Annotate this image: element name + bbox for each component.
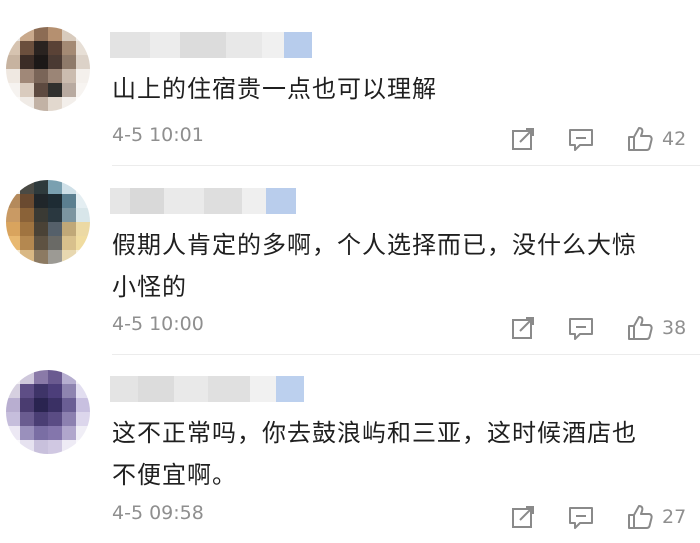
comment-text-line: 这不正常吗，你去鼓浪屿和三亚，这时候酒店也 xyxy=(112,419,637,447)
share-icon xyxy=(512,128,534,150)
comment-text-line: 山上的住宿贵一点也可以理解 xyxy=(112,75,437,103)
comment-meta: 4-5 09:58 27 xyxy=(112,502,700,532)
divider xyxy=(112,165,700,166)
share-button[interactable] xyxy=(510,502,536,532)
comment-text-line: 不便宜啊。 xyxy=(112,461,237,489)
comment-text-line: 小怪的 xyxy=(112,273,187,301)
like-button[interactable]: 38 xyxy=(626,313,686,343)
comment-meta: 4-5 10:00 38 xyxy=(112,313,700,343)
avatar[interactable] xyxy=(6,180,90,264)
share-button[interactable] xyxy=(510,313,536,343)
reply-button[interactable] xyxy=(568,313,594,343)
thumbs-up-icon xyxy=(628,505,653,529)
thumbs-up-icon xyxy=(628,316,653,340)
comment-text: 这不正常吗，你去鼓浪屿和三亚，这时候酒店也 不便宜啊。 xyxy=(112,412,687,496)
reply-button[interactable] xyxy=(568,124,594,154)
comment-text-line: 假期人肯定的多啊，个人选择而已，没什么大惊 xyxy=(112,231,637,259)
username-blurred[interactable] xyxy=(110,376,320,402)
avatar[interactable] xyxy=(6,370,90,454)
username-blurred[interactable] xyxy=(110,188,320,214)
comment-meta: 4-5 10:01 42 xyxy=(112,124,700,154)
comment-icon xyxy=(569,318,593,340)
comment-icon xyxy=(569,129,593,151)
comment-time: 4-5 10:00 xyxy=(112,313,204,335)
thumbs-up-icon xyxy=(628,127,653,151)
comment-icon xyxy=(569,507,593,529)
share-button[interactable] xyxy=(510,124,536,154)
like-count: 38 xyxy=(662,317,687,339)
avatar[interactable] xyxy=(6,27,90,111)
comment-time: 4-5 09:58 xyxy=(112,502,204,524)
divider xyxy=(112,354,700,355)
like-button[interactable]: 27 xyxy=(626,502,686,532)
like-button[interactable]: 42 xyxy=(626,124,686,154)
comment-text: 山上的住宿贵一点也可以理解 xyxy=(112,68,687,110)
reply-button[interactable] xyxy=(568,502,594,532)
username-blurred[interactable] xyxy=(110,32,320,58)
like-count: 42 xyxy=(662,128,687,150)
comment-text: 假期人肯定的多啊，个人选择而已，没什么大惊 小怪的 xyxy=(112,224,687,308)
share-icon xyxy=(512,317,534,339)
share-icon xyxy=(512,506,534,528)
comment-time: 4-5 10:01 xyxy=(112,124,204,146)
like-count: 27 xyxy=(662,506,687,528)
